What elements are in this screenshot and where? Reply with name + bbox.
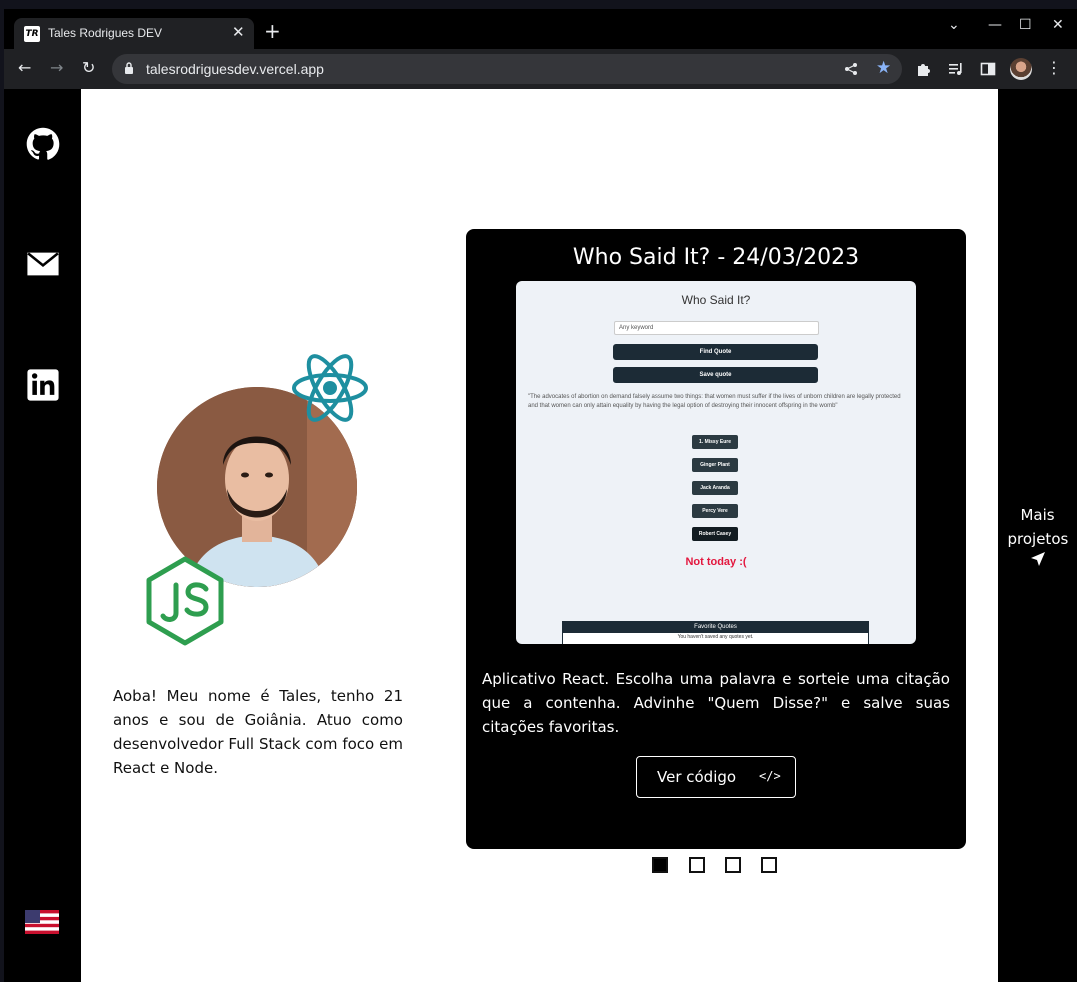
extensions-icon[interactable] — [916, 61, 932, 77]
project-title: Who Said It? - 24/03/2023 — [572, 245, 860, 270]
bio-text: Aoba! Meu nome é Tales, tenho 21 anos e … — [113, 687, 403, 777]
project-description: Aplicativo React. Escolha uma palavra e … — [482, 670, 950, 736]
github-icon[interactable] — [26, 127, 60, 161]
carousel-dot[interactable] — [652, 857, 668, 873]
maximize-icon[interactable]: ☐ — [1019, 17, 1032, 33]
navigation-arrow-icon — [1030, 552, 1045, 566]
carousel-dot[interactable] — [689, 857, 705, 873]
preview-favorites-title: Favorite Quotes — [563, 622, 868, 633]
reload-icon[interactable]: ↻ — [82, 58, 95, 78]
share-icon[interactable] — [844, 62, 858, 76]
lock-icon — [125, 62, 133, 74]
preview-quote-text: "The advocates of abortion on demand fal… — [528, 394, 901, 409]
forward-icon[interactable]: → — [50, 58, 63, 78]
preview-answer-button: Jack Aranda — [692, 481, 738, 495]
minimize-icon[interactable]: — — [988, 17, 1002, 33]
preview-save-quote-button: Save quote — [613, 367, 818, 383]
favicon-icon: TR — [24, 26, 40, 42]
project-preview-image[interactable]: Who Said It? Any keyword Find Quote Save… — [516, 281, 916, 644]
carousel-dot[interactable] — [725, 857, 741, 873]
right-sidebar: Mais projetos — [998, 89, 1077, 982]
browser-toolbar: ← → ↻ talesrodriguesdev.vercel.app ★ ⋮ — [4, 49, 1077, 89]
left-sidebar — [4, 89, 81, 982]
preview-answer-button: Ginger Plant — [692, 458, 738, 472]
mail-icon[interactable] — [26, 247, 60, 281]
more-projects-label: Mais projetos — [1007, 506, 1069, 548]
tab-title: Tales Rodrigues DEV — [48, 26, 163, 40]
preview-favorites-empty: You haven't saved any quotes yet. — [677, 634, 754, 640]
tab-strip: TR Tales Rodrigues DEV ✕ + ⌄ — ☐ ✕ — [4, 9, 1077, 49]
preview-answer-button: 1. Missy Eure — [692, 435, 738, 449]
close-tab-icon[interactable]: ✕ — [232, 23, 245, 41]
page-content: Aoba! Meu nome é Tales, tenho 21 anos e … — [4, 89, 1077, 982]
preview-favorites-panel: Favorite Quotes You haven't saved any qu… — [562, 621, 869, 644]
linkedin-icon[interactable] — [26, 368, 60, 402]
view-code-label: Ver código — [657, 768, 737, 786]
profile-avatar[interactable] — [1010, 58, 1032, 80]
nodejs-logo-icon — [146, 556, 224, 646]
side-panel-icon[interactable] — [980, 61, 996, 77]
preview-app-title: Who Said It? — [681, 293, 751, 307]
preview-keyword-select: Any keyword — [614, 321, 819, 335]
browser-tab[interactable]: TR Tales Rodrigues DEV ✕ — [14, 18, 254, 49]
url-text: talesrodriguesdev.vercel.app — [146, 61, 324, 77]
code-icon: </> — [759, 769, 781, 783]
browser-menu-icon[interactable]: ⋮ — [1046, 58, 1062, 78]
more-projects-link[interactable]: Mais projetos — [998, 503, 1077, 567]
project-card: Who Said It? - 24/03/2023 Who Said It? A… — [466, 229, 966, 849]
carousel-dot[interactable] — [761, 857, 777, 873]
tab-search-icon[interactable]: ⌄ — [948, 17, 960, 33]
preview-find-quote-button: Find Quote — [613, 344, 818, 360]
media-control-icon[interactable] — [948, 61, 964, 77]
bookmark-star-icon[interactable]: ★ — [876, 58, 891, 78]
preview-answer-button: Percy Vere — [692, 504, 738, 518]
new-tab-button[interactable]: + — [264, 19, 281, 43]
view-code-button[interactable]: Ver código </> — [636, 756, 796, 798]
close-window-icon[interactable]: ✕ — [1052, 17, 1064, 33]
preview-result-text: Not today :( — [685, 556, 747, 568]
preview-answer-button: Robert Casey — [692, 527, 738, 541]
browser-window: TR Tales Rodrigues DEV ✕ + ⌄ — ☐ ✕ ← → ↻… — [4, 9, 1077, 982]
react-logo-icon — [292, 354, 368, 422]
back-icon[interactable]: ← — [18, 58, 31, 78]
address-bar[interactable]: talesrodriguesdev.vercel.app ★ — [112, 54, 902, 84]
us-flag-icon[interactable] — [24, 907, 60, 937]
